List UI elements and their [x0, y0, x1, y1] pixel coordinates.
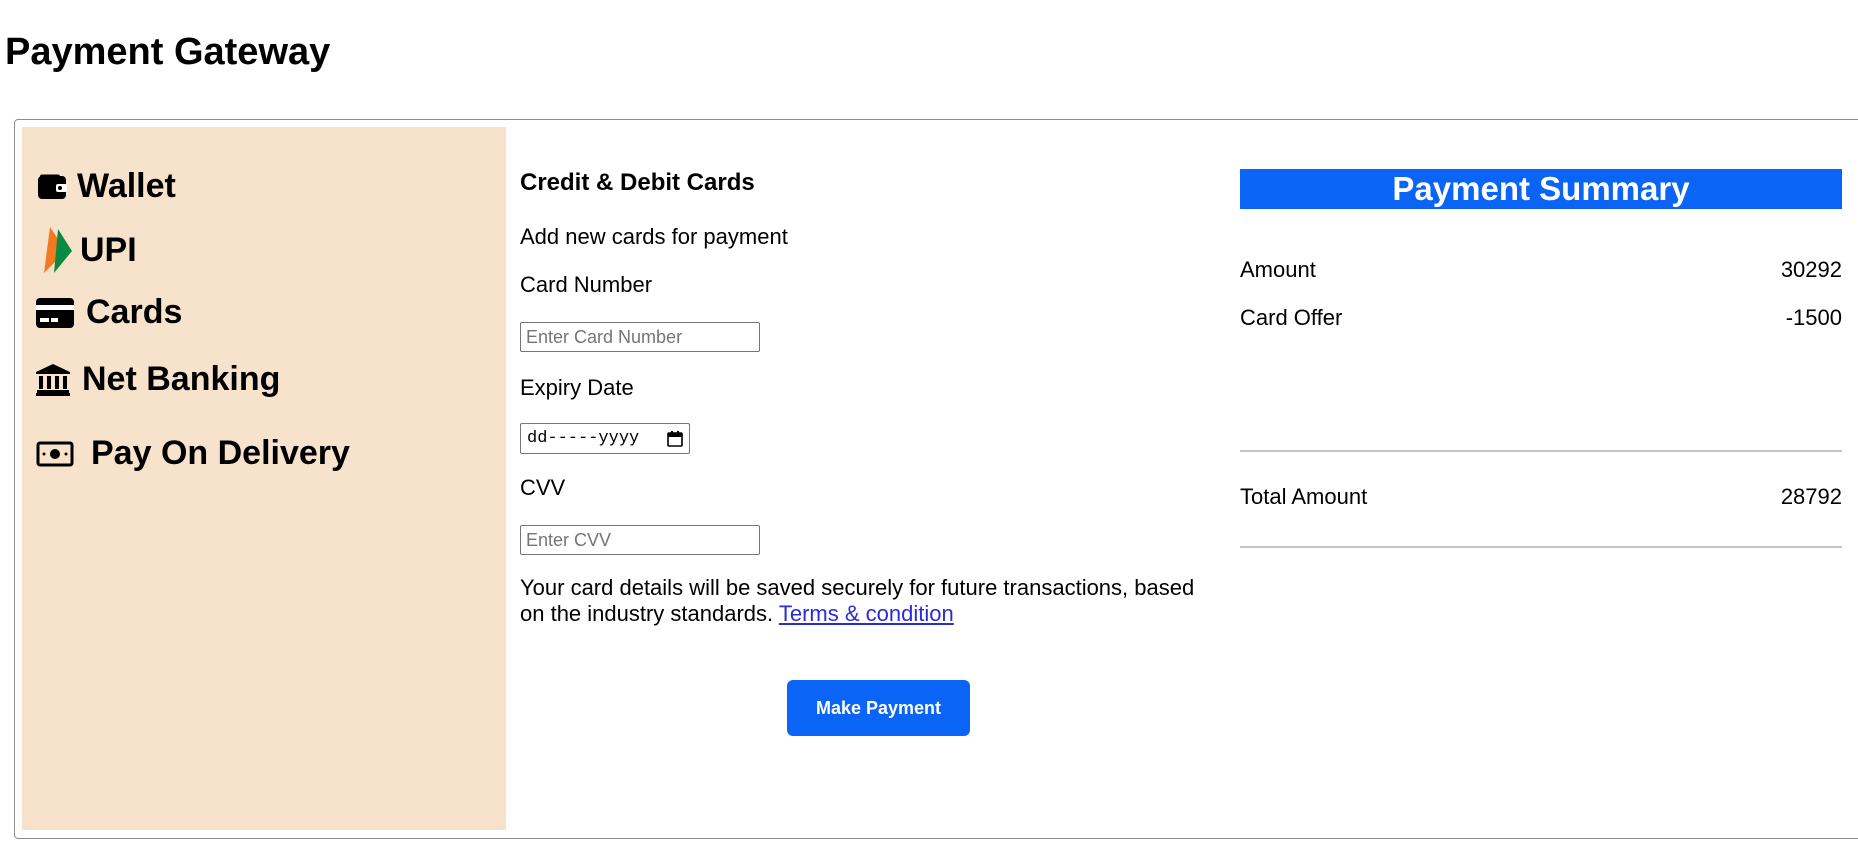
- summary-row-label: Card Offer: [1240, 305, 1343, 330]
- credit-card-icon: [36, 297, 74, 328]
- form-title: Credit & Debit Cards: [520, 169, 755, 196]
- total-label: Total Amount: [1240, 484, 1368, 509]
- expiry-date-placeholder: dd-----yyyy: [527, 429, 640, 448]
- sidebar-item-label: Net Banking: [82, 360, 281, 398]
- divider: [1240, 546, 1842, 548]
- expiry-date-label: Expiry Date: [520, 375, 634, 400]
- bank-icon: [36, 363, 70, 396]
- page-title: Payment Gateway: [5, 31, 331, 73]
- upi-icon: [36, 225, 74, 275]
- cvv-label: CVV: [520, 475, 566, 500]
- sidebar-item-label: Cards: [86, 293, 183, 331]
- sidebar-item-upi[interactable]: UPI: [36, 225, 137, 275]
- cash-icon: [36, 441, 74, 467]
- expiry-date-input[interactable]: dd-----yyyy: [520, 423, 690, 454]
- divider: [1240, 450, 1842, 452]
- cvv-input[interactable]: [520, 525, 760, 555]
- sidebar-item-label: UPI: [80, 230, 137, 269]
- payment-methods-sidebar: Wallet UPI Cards Net Banking Pay On Deli…: [22, 127, 506, 830]
- summary-row-value: 30292: [1780, 257, 1842, 282]
- card-number-label: Card Number: [520, 272, 653, 297]
- card-number-input[interactable]: [520, 322, 760, 352]
- total-value: 28792: [1780, 484, 1842, 509]
- calendar-icon[interactable]: [667, 430, 683, 447]
- wallet-icon: [36, 174, 68, 200]
- summary-row-amount: Amount 30292: [1240, 257, 1842, 283]
- summary-row-label: Amount: [1240, 257, 1316, 282]
- sidebar-item-pay-on-delivery[interactable]: Pay On Delivery: [36, 434, 350, 473]
- form-subtitle: Add new cards for payment: [520, 224, 788, 249]
- make-payment-button[interactable]: Make Payment: [787, 680, 970, 736]
- sidebar-item-wallet[interactable]: Wallet: [36, 167, 176, 206]
- sidebar-item-label: Wallet: [77, 167, 176, 205]
- terms-link[interactable]: Terms & condition: [779, 601, 954, 626]
- summary-title: Payment Summary: [1240, 169, 1842, 209]
- summary-row-total: Total Amount 28792: [1240, 484, 1842, 510]
- summary-row-value: -1500: [1785, 305, 1842, 330]
- sidebar-item-label: Pay On Delivery: [91, 434, 350, 472]
- sidebar-item-cards[interactable]: Cards: [36, 293, 182, 332]
- sidebar-item-net-banking[interactable]: Net Banking: [36, 360, 280, 399]
- security-note: Your card details will be saved securely…: [520, 575, 1220, 627]
- summary-row-card-offer: Card Offer -1500: [1240, 305, 1842, 331]
